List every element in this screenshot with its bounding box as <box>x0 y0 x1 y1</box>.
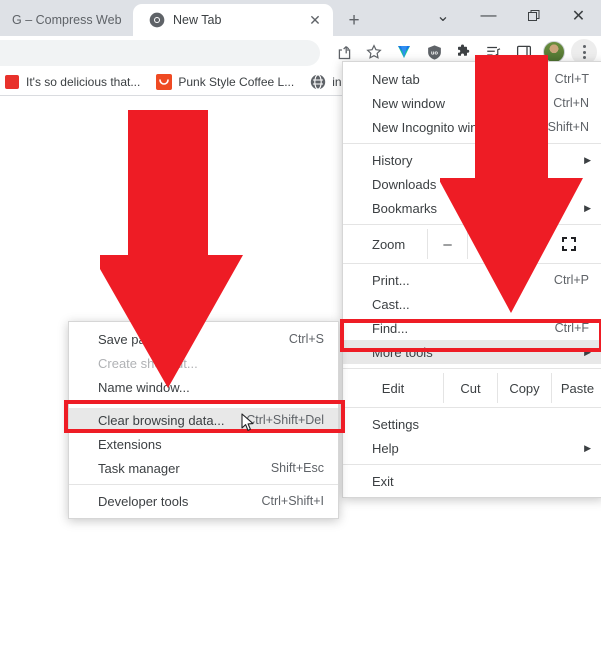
chrome-main-menu: New tab Ctrl+T New window Ctrl+N New Inc… <box>342 61 601 498</box>
tab-close-icon[interactable]: ✕ <box>307 12 323 28</box>
cut-button[interactable]: Cut <box>443 373 497 403</box>
bookmark-item[interactable]: Punk Style Coffee L... <box>156 74 294 90</box>
menu-separator <box>343 224 601 225</box>
menu-item-label: Downloads <box>372 176 437 192</box>
menu-print[interactable]: Print... Ctrl+P <box>343 268 601 292</box>
menu-item-accel: Ctrl+Shift+N <box>520 120 589 134</box>
submenu-developer-tools[interactable]: Developer tools Ctrl+Shift+I <box>69 489 338 513</box>
submenu-extensions[interactable]: Extensions <box>69 432 338 456</box>
menu-item-accel: Ctrl+P <box>553 273 589 287</box>
menu-item-label: Find... <box>372 320 409 336</box>
submenu-create-shortcut: Create shortcut... <box>69 351 338 375</box>
more-tools-submenu: Save page as... Ctrl+S Create shortcut..… <box>68 321 339 519</box>
menu-item-label: Create shortcut... <box>98 355 198 371</box>
menu-history[interactable]: History ▶ <box>343 148 601 172</box>
tab-strip: G – Compress Web ✕ New Tab ✕ + ⌄ — ✕ <box>0 0 601 36</box>
menu-item-label: Task manager <box>98 460 180 476</box>
copy-button[interactable]: Copy <box>497 373 551 403</box>
menu-item-label: Clear browsing data... <box>98 412 225 428</box>
menu-separator <box>343 143 601 144</box>
menu-new-incognito-window[interactable]: New Incognito window Ctrl+Shift+N <box>343 115 601 139</box>
fullscreen-button[interactable] <box>533 229 601 259</box>
tab-search-icon[interactable]: ⌄ <box>420 0 466 32</box>
menu-zoom-row: Zoom – 100% <box>343 229 601 259</box>
menu-separator <box>69 403 338 404</box>
svg-text:uo: uo <box>431 50 438 56</box>
menu-separator <box>343 407 601 408</box>
submenu-task-manager[interactable]: Task manager Shift+Esc <box>69 456 338 480</box>
menu-item-label: Cast... <box>372 296 410 312</box>
menu-item-label: Print... <box>372 272 410 288</box>
close-icon[interactable]: ✕ <box>556 0 601 32</box>
minimize-icon[interactable]: — <box>466 0 511 32</box>
address-bar[interactable] <box>0 40 320 66</box>
menu-item-label: Help <box>372 440 399 456</box>
menu-item-accel: Ctrl+Shift+I <box>261 494 324 508</box>
menu-new-tab[interactable]: New tab Ctrl+T <box>343 67 601 91</box>
window-controls: ⌄ — ✕ <box>420 0 601 36</box>
menu-item-accel: Ctrl+Shift+Del <box>246 413 324 427</box>
menu-separator <box>69 484 338 485</box>
chevron-right-icon: ▶ <box>584 346 591 357</box>
menu-item-accel: Ctrl+F <box>554 321 589 335</box>
menu-item-accel: Shift+Esc <box>270 461 324 475</box>
bookmark-item[interactable]: It's so delicious that... <box>4 74 140 90</box>
chrome-favicon <box>149 12 165 28</box>
menu-item-accel: Ctrl+S <box>288 332 324 346</box>
globe-favicon <box>311 74 326 90</box>
menu-item-label: Bookmarks <box>372 200 438 216</box>
menu-downloads[interactable]: Downloads <box>343 172 601 196</box>
menu-item-label: Name window... <box>98 379 190 395</box>
profile-avatar[interactable] <box>543 41 565 63</box>
menu-item-label: More tools <box>372 344 433 360</box>
menu-new-window[interactable]: New window Ctrl+N <box>343 91 601 115</box>
tab-active[interactable]: New Tab ✕ <box>133 4 333 36</box>
browser-window: G – Compress Web ✕ New Tab ✕ + ⌄ — ✕ <box>0 0 601 649</box>
menu-edit-row: Edit Cut Copy Paste <box>343 373 601 403</box>
menu-separator <box>343 368 601 369</box>
menu-separator <box>343 464 601 465</box>
bookmark-label: Punk Style Coffee L... <box>178 75 295 89</box>
submenu-name-window[interactable]: Name window... <box>69 375 338 399</box>
menu-more-tools[interactable]: More tools ▶ <box>343 340 601 364</box>
edit-label: Edit <box>381 380 405 396</box>
menu-help[interactable]: Help ▶ <box>343 436 601 460</box>
fullscreen-icon <box>561 237 576 251</box>
menu-item-label: Exit <box>372 473 394 489</box>
menu-bookmarks[interactable]: Bookmarks ▶ <box>343 196 601 220</box>
menu-find[interactable]: Find... Ctrl+F <box>343 316 601 340</box>
menu-item-label: Developer tools <box>98 493 189 509</box>
menu-item-label: New window <box>372 95 445 111</box>
red-square-favicon <box>5 75 19 89</box>
orange-smile-favicon <box>156 74 173 90</box>
bookmark-label: It's so delicious that... <box>26 75 141 89</box>
zoom-label: Zoom <box>372 236 406 252</box>
menu-exit[interactable]: Exit <box>343 469 601 493</box>
menu-item-label: History <box>372 152 413 168</box>
submenu-save-page-as[interactable]: Save page as... Ctrl+S <box>69 327 338 351</box>
menu-settings[interactable]: Settings <box>343 412 601 436</box>
menu-item-label: New Incognito window <box>372 119 502 135</box>
chevron-right-icon: ▶ <box>584 202 591 213</box>
tab-title: G – Compress Web <box>12 13 122 27</box>
zoom-level-value: 100% <box>467 229 533 259</box>
menu-item-accel: Ctrl+N <box>553 96 589 110</box>
new-tab-button[interactable]: + <box>340 7 368 35</box>
tab-title: New Tab <box>173 13 222 27</box>
menu-item-label: Save page as... <box>98 331 189 347</box>
paste-button[interactable]: Paste <box>551 373 601 403</box>
menu-item-label: New tab <box>372 71 420 87</box>
menu-cast[interactable]: Cast... <box>343 292 601 316</box>
zoom-out-button[interactable]: – <box>427 229 467 259</box>
menu-item-label: Extensions <box>98 436 162 452</box>
chevron-right-icon: ▶ <box>584 154 591 165</box>
restore-icon[interactable] <box>511 0 556 32</box>
menu-item-accel: Ctrl+T <box>554 72 589 86</box>
menu-item-label: Settings <box>372 416 419 432</box>
menu-separator <box>343 263 601 264</box>
submenu-clear-browsing-data[interactable]: Clear browsing data... Ctrl+Shift+Del <box>69 408 338 432</box>
chevron-right-icon: ▶ <box>584 442 591 453</box>
